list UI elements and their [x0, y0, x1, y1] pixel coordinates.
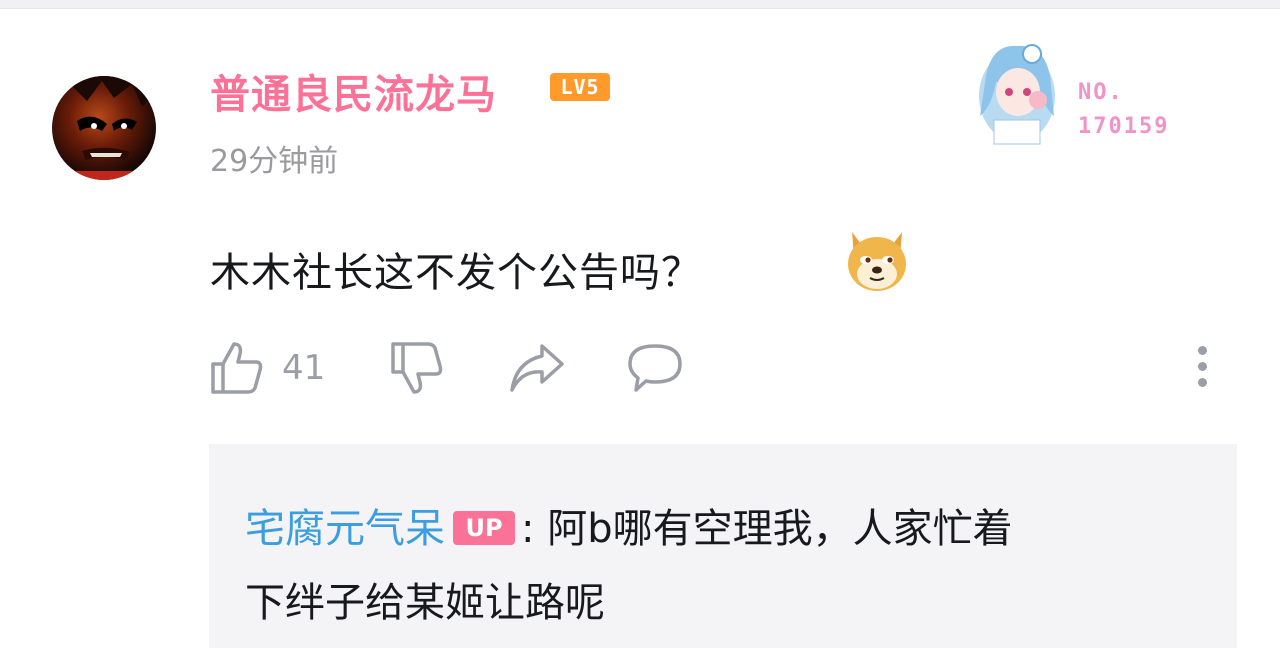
comment-time: 29分钟前: [210, 144, 339, 179]
avatar-image: [52, 76, 156, 180]
comment-action-bar: 41: [0, 330, 1280, 410]
reply-separator: :: [521, 506, 535, 552]
level-badge: LV5: [550, 73, 610, 101]
reply-text-line1: 阿b哪有空理我，人家忙着: [547, 506, 1013, 552]
fan-number-prefix: NO.: [1078, 80, 1124, 105]
like-count: 41: [282, 348, 326, 388]
like-button[interactable]: [210, 340, 264, 400]
fan-card-image[interactable]: [972, 36, 1062, 148]
comment-bubble-icon: [628, 344, 682, 392]
up-badge: UP: [453, 511, 515, 545]
top-divider: [0, 0, 1280, 9]
username[interactable]: 普通良民流龙马: [210, 62, 497, 120]
thumbs-up-icon: [211, 342, 263, 394]
fan-number: NO. 170159: [1078, 76, 1169, 144]
reply-line-2: 下绊子给某姬让路呢: [245, 580, 605, 626]
reply-author[interactable]: 宅腐元气呆: [245, 506, 445, 552]
fan-number-value: 170159: [1078, 114, 1170, 139]
share-button[interactable]: [508, 340, 566, 400]
dislike-button[interactable]: [390, 340, 444, 400]
thumbs-down-icon: [391, 342, 443, 394]
doge-emoji-icon: [844, 226, 910, 294]
user-avatar[interactable]: [52, 76, 156, 180]
share-icon: [510, 344, 564, 392]
reply-line-1: 宅腐元气呆 UP: 阿b哪有空理我，人家忙着: [245, 496, 1013, 554]
comment-text: 木木社长这不发个公告吗？: [210, 250, 702, 296]
more-options-icon[interactable]: [1190, 346, 1214, 390]
reply-button[interactable]: [626, 340, 684, 400]
